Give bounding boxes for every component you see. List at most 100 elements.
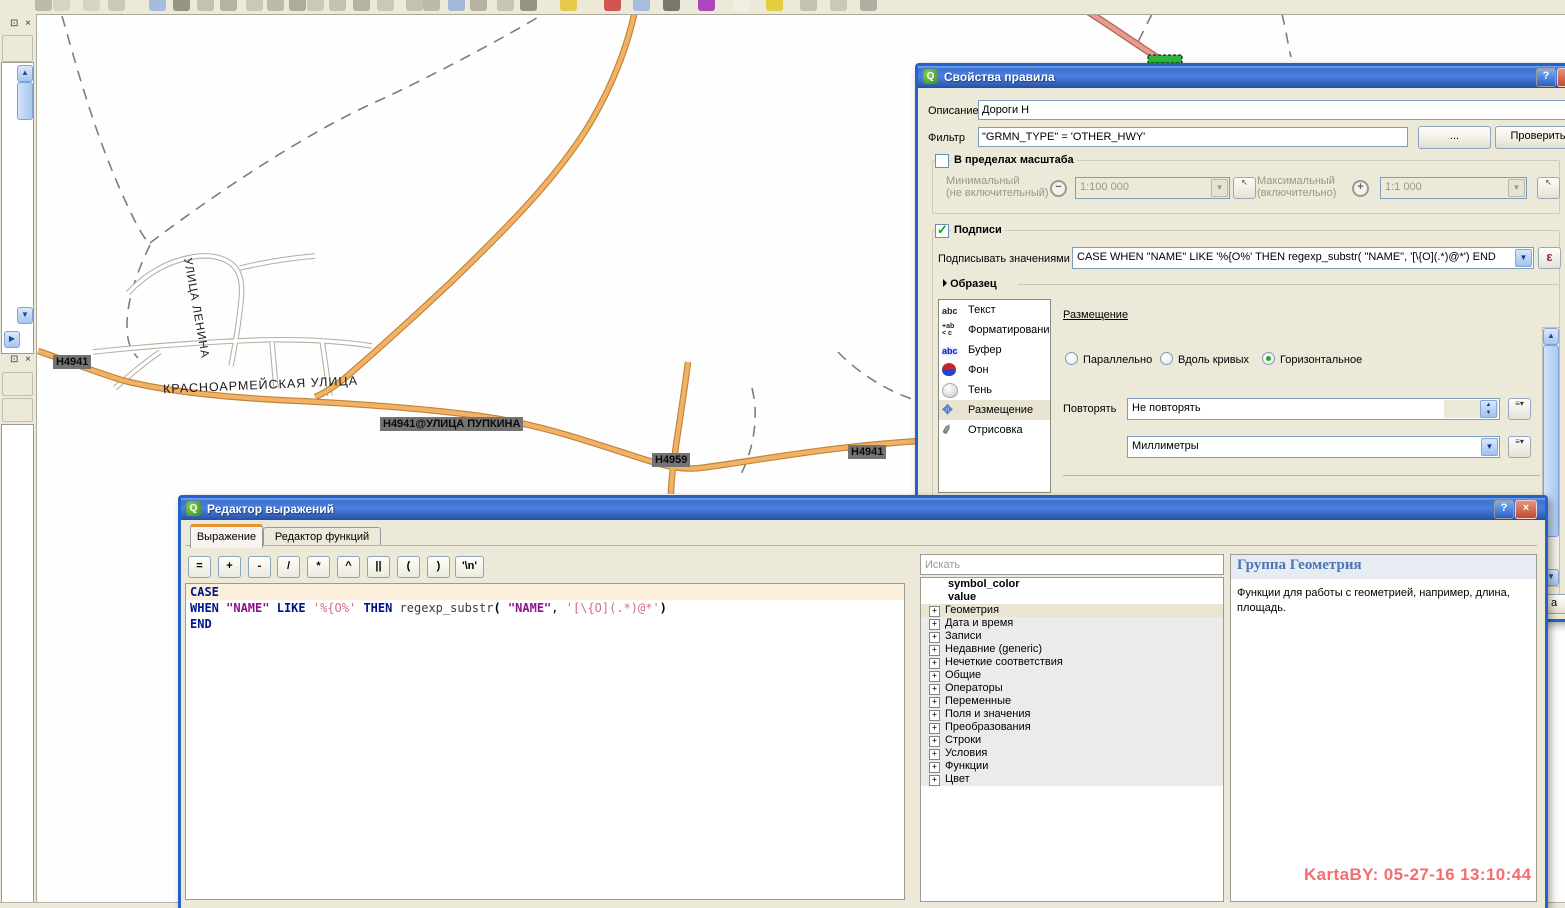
labels-checkbox[interactable] (935, 224, 949, 238)
min-scale-map-button[interactable]: ↖ (1233, 177, 1256, 199)
repeat-data-defined-button[interactable]: ≡▾ (1508, 398, 1531, 420)
description-input[interactable] (978, 100, 1565, 120)
radio-option[interactable]: Горизонтальное (1262, 350, 1362, 368)
toolbar-icon[interactable] (53, 0, 70, 11)
style-list-item[interactable]: +ab< cФорматирование (939, 320, 1050, 340)
toolbar-icon[interactable] (470, 0, 487, 11)
toolbar-icon[interactable] (267, 0, 284, 11)
expand-plus-icon[interactable]: + (929, 606, 940, 617)
toolbar-icon[interactable] (860, 0, 877, 11)
units-data-defined-button[interactable]: ≡▾ (1508, 436, 1531, 458)
expand-plus-icon[interactable]: + (929, 619, 940, 630)
chevron-down-icon[interactable]: ▼ (1508, 179, 1525, 197)
tree-group[interactable]: +Операторы (921, 682, 1223, 695)
panel-float-close-icons[interactable]: ⊡ × (2, 354, 33, 367)
toolbar-icon[interactable] (560, 0, 577, 11)
max-scale-map-button[interactable]: ↖ (1537, 177, 1560, 199)
chevron-down-icon[interactable]: ▼ (1515, 249, 1532, 267)
label-expression-combo[interactable]: CASE WHEN "NAME" LIKE '%{O%' THEN regexp… (1072, 247, 1534, 269)
style-list-item[interactable]: Тень (939, 380, 1050, 400)
chevron-down-icon[interactable]: ▼ (1211, 179, 1228, 197)
scrollbar-thumb[interactable] (17, 82, 33, 120)
toolbar-icon[interactable] (197, 0, 214, 11)
rule-dialog-titlebar[interactable]: Q Свойства правила ? (918, 66, 1565, 88)
operator-button[interactable]: '\n' (455, 556, 484, 578)
operator-button[interactable]: ^ (337, 556, 360, 578)
style-list-item[interactable]: abcБуфер (939, 340, 1050, 360)
code-line[interactable]: CASE (186, 584, 904, 600)
style-list-item[interactable]: ✥Размещение (939, 400, 1050, 420)
function-tree[interactable]: symbol_colorvalue+Геометрия+Дата и время… (920, 577, 1224, 902)
toolbar-icon[interactable] (633, 0, 650, 11)
units-combo[interactable]: Миллиметры▼ (1127, 436, 1500, 458)
scroll-right-button[interactable]: ▶ (4, 331, 20, 348)
toolbar-icon[interactable] (149, 0, 166, 11)
style-list-item[interactable]: ✐Отрисовка (939, 420, 1050, 440)
tree-group[interactable]: +Поля и значения (921, 708, 1223, 721)
operator-button[interactable]: * (307, 556, 330, 578)
toolbar-icon[interactable] (698, 0, 715, 11)
tree-group[interactable]: +Переменные (921, 695, 1223, 708)
toolbar-icon[interactable] (35, 0, 52, 11)
max-scale-combo[interactable]: 1:1 000▼ (1380, 177, 1527, 199)
sample-section-header[interactable]: Образец (943, 278, 997, 290)
operator-button[interactable]: ( (397, 556, 420, 578)
toolbar-icon[interactable] (307, 0, 324, 11)
toolbar-icon[interactable] (377, 0, 394, 11)
radio-option[interactable]: Вдоль кривых (1160, 350, 1249, 368)
toolbar-icon[interactable] (329, 0, 346, 11)
style-list-item[interactable]: Фон (939, 360, 1050, 380)
toolbar-icon[interactable] (520, 0, 537, 11)
scroll-down-button[interactable]: ▼ (17, 307, 33, 324)
expression-code-editor[interactable]: CASEWHEN "NAME" LIKE '%{O%' THEN regexp_… (185, 583, 905, 900)
toolbar-icon[interactable] (497, 0, 514, 11)
expression-builder-button[interactable]: ... (1418, 126, 1491, 149)
operator-button[interactable]: - (248, 556, 271, 578)
toolbar-icon[interactable] (220, 0, 237, 11)
help-button[interactable]: ? (1536, 68, 1556, 87)
tree-group[interactable]: +Геометрия (921, 604, 1223, 617)
tree-group[interactable]: +Цвет (921, 773, 1223, 786)
operator-button[interactable]: || (367, 556, 390, 578)
toolbar-icon[interactable] (800, 0, 817, 11)
radio-button[interactable] (1065, 352, 1078, 365)
scroll-up-button[interactable]: ▲ (1543, 328, 1559, 345)
toolbar-icon[interactable] (423, 0, 440, 11)
close-button[interactable]: × (1515, 500, 1537, 519)
chevron-down-icon[interactable]: ▼ (1481, 438, 1498, 456)
test-filter-button[interactable]: Проверить (1495, 126, 1565, 149)
operator-button[interactable]: ) (427, 556, 450, 578)
tree-group[interactable]: +Записи (921, 630, 1223, 643)
expression-dialog-titlebar[interactable]: Q Редактор выражений ? × (181, 498, 1545, 520)
toolbar-icon[interactable] (448, 0, 465, 11)
toolbar-icon[interactable] (830, 0, 847, 11)
toolbar-icon[interactable] (108, 0, 125, 11)
tree-group[interactable]: +Строки (921, 734, 1223, 747)
operator-button[interactable]: + (218, 556, 241, 578)
layers-panel[interactable]: ▲ ▼ ▶ (1, 62, 34, 354)
function-search-input[interactable] (920, 554, 1224, 575)
toolbar-icon[interactable] (289, 0, 306, 11)
radio-button[interactable] (1262, 352, 1275, 365)
toolbar-icon[interactable] (406, 0, 423, 11)
operator-button[interactable]: = (188, 556, 211, 578)
operator-button[interactable]: / (277, 556, 300, 578)
code-line[interactable]: END (186, 616, 904, 632)
code-line[interactable]: WHEN "NAME" LIKE '%{O%' THEN regexp_subs… (186, 600, 904, 616)
style-list-item[interactable]: abcТекст (939, 300, 1050, 320)
expression-epsilon-button[interactable]: ε (1538, 247, 1561, 269)
label-style-list[interactable]: abcТекст+ab< cФорматированиеabcБуферФонТ… (938, 299, 1051, 493)
toolbar-icon[interactable] (733, 0, 750, 11)
close-button[interactable] (1557, 68, 1565, 87)
expand-plus-icon[interactable]: + (929, 671, 940, 682)
expand-plus-icon[interactable]: + (929, 723, 940, 734)
toolbar-icon[interactable] (246, 0, 263, 11)
scale-range-checkbox[interactable] (935, 154, 949, 168)
tree-item[interactable]: symbol_color (921, 578, 1223, 591)
toolbar-icon[interactable] (663, 0, 680, 11)
tree-group[interactable]: +Дата и время (921, 617, 1223, 630)
tree-group[interactable]: +Недавние (generic) (921, 643, 1223, 656)
toolbar-icon[interactable] (353, 0, 370, 11)
tab-expression[interactable]: Выражение (190, 524, 263, 548)
expand-plus-icon[interactable]: + (929, 710, 940, 721)
